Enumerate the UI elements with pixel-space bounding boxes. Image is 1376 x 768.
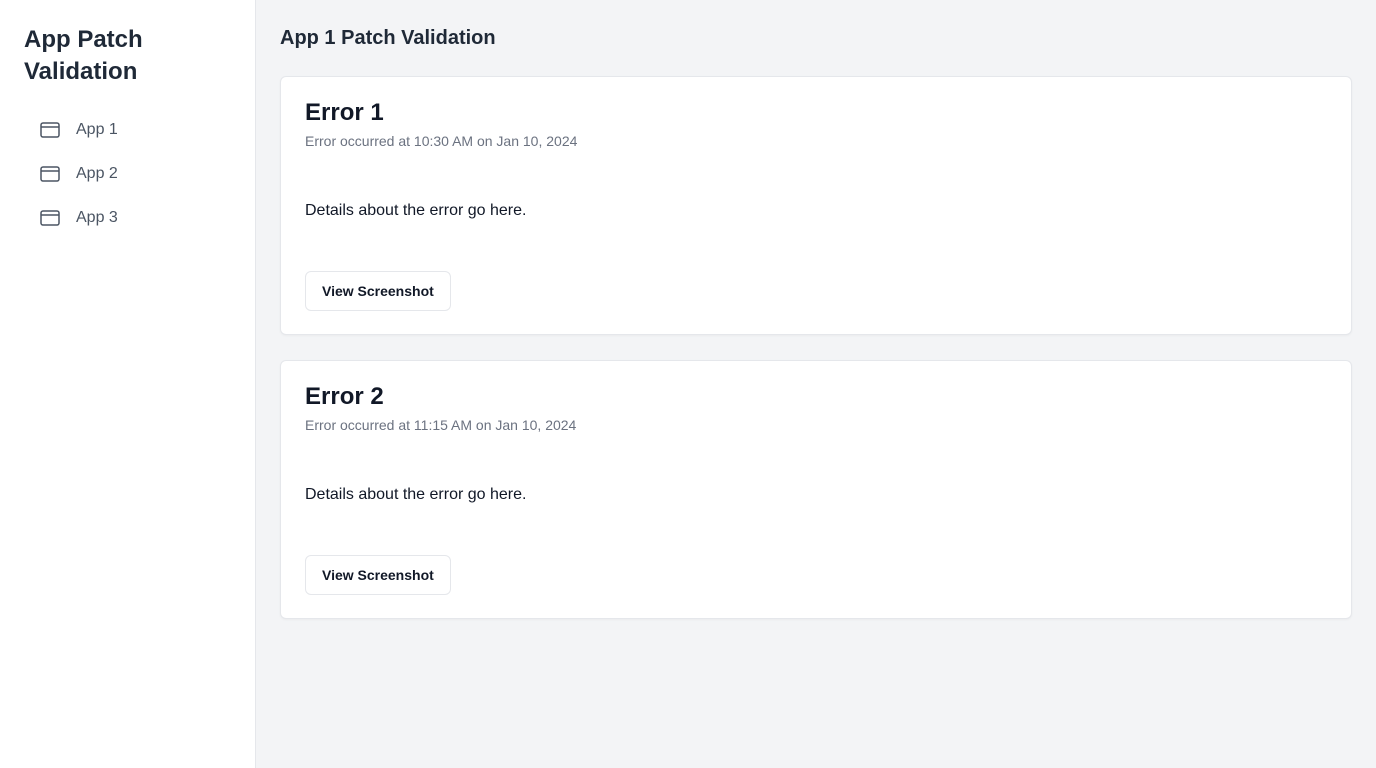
- app-window-icon: [40, 210, 60, 226]
- sidebar-nav: App 1 App 2 App 3: [24, 108, 231, 240]
- app-window-icon: [40, 122, 60, 138]
- error-title: Error 1: [305, 99, 384, 126]
- sidebar-item-app-1[interactable]: App 1: [24, 108, 231, 152]
- sidebar-item-app-3[interactable]: App 3: [24, 196, 231, 240]
- sidebar-item-label: App 2: [76, 165, 118, 182]
- sidebar-item-app-2[interactable]: App 2: [24, 152, 231, 196]
- error-timestamp: Error occurred at 11:15 AM on Jan 10, 20…: [305, 417, 577, 433]
- error-details: Details about the error go here.: [305, 202, 527, 219]
- sidebar: App Patch Validation App 1 App 2 App 3: [0, 0, 256, 768]
- app-root: App Patch Validation App 1 App 2 App 3 A…: [0, 0, 1376, 768]
- sidebar-title: App Patch Validation: [24, 26, 143, 85]
- sidebar-item-label: App 1: [76, 121, 118, 138]
- error-title: Error 2: [305, 383, 384, 410]
- page-title: App 1 Patch Validation: [280, 27, 496, 49]
- error-card-1: Error 1 Error occurred at 10:30 AM on Ja…: [280, 76, 1352, 335]
- error-timestamp: Error occurred at 10:30 AM on Jan 10, 20…: [305, 133, 578, 149]
- app-window-icon: [40, 166, 60, 182]
- main-content: App 1 Patch Validation Error 1 Error occ…: [256, 0, 1376, 768]
- view-screenshot-button[interactable]: View Screenshot: [305, 555, 451, 595]
- sidebar-item-label: App 3: [76, 209, 118, 226]
- error-card-2: Error 2 Error occurred at 11:15 AM on Ja…: [280, 360, 1352, 619]
- view-screenshot-button[interactable]: View Screenshot: [305, 271, 451, 311]
- error-details: Details about the error go here.: [305, 486, 527, 503]
